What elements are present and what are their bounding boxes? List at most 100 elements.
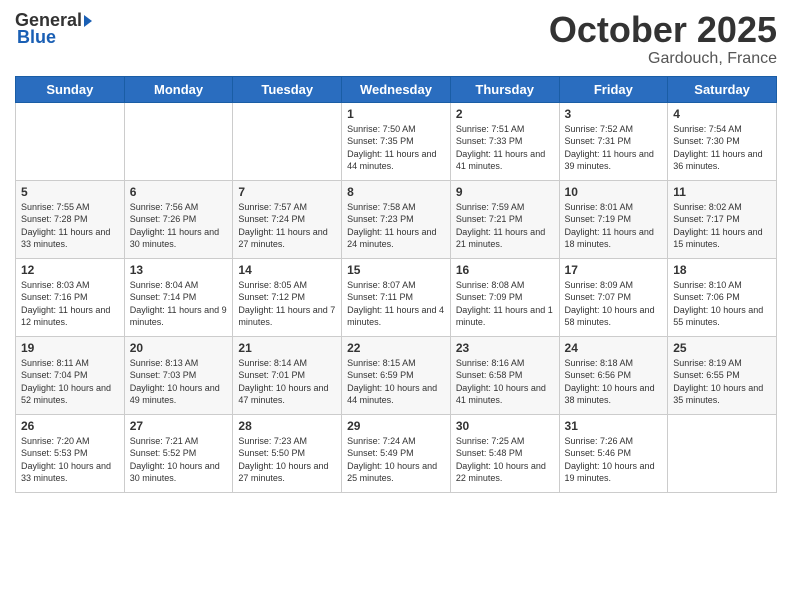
- calendar-cell: 19Sunrise: 8:11 AM Sunset: 7:04 PM Dayli…: [16, 336, 125, 414]
- day-number: 6: [130, 185, 228, 199]
- day-info: Sunrise: 7:50 AM Sunset: 7:35 PM Dayligh…: [347, 123, 445, 173]
- day-number: 10: [565, 185, 663, 199]
- day-number: 30: [456, 419, 554, 433]
- day-info: Sunrise: 8:03 AM Sunset: 7:16 PM Dayligh…: [21, 279, 119, 329]
- calendar-cell: 20 Sunrise: 8:13 AM Sunset: 7:03 PM Dayli…: [124, 336, 233, 414]
- logo: General Blue: [15, 10, 92, 48]
- calendar-cell: 2 Sunrise: 7:51 AM Sunset: 7:33 PM Daylig…: [450, 102, 559, 180]
- day-number: 29: [347, 419, 445, 433]
- day-number: 14: [238, 263, 336, 277]
- day-number: 2: [456, 107, 554, 121]
- calendar-cell: 31 Sunrise: 7:26 AM Sunset: 5:46 PM Dayli…: [559, 414, 668, 492]
- page-container: General Blue October 2025 Gardouch, Fran…: [0, 0, 792, 612]
- day-info: Sunrise: 7:55 AM Sunset: 7:28 PM Dayligh…: [21, 201, 119, 251]
- calendar-cell: 12 Sunrise: 8:03 AM Sunset: 7:16 PM Dayli…: [16, 258, 125, 336]
- title-section: October 2025 Gardouch, France: [549, 10, 777, 68]
- calendar-cell: 17 Sunrise: 8:09 AM Sunset: 7:07 PM Dayli…: [559, 258, 668, 336]
- calendar-cell: 22Sunrise: 8:15 AM Sunset: 6:59 PM Dayli…: [342, 336, 451, 414]
- day-info: Sunrise: 7:54 AM Sunset: 7:30 PM Dayligh…: [673, 123, 771, 173]
- day-info: Sunrise: 8:18 AM Sunset: 6:56 PM Dayligh…: [565, 357, 663, 407]
- day-info: Sunrise: 8:10 AM Sunset: 7:06 PM Dayligh…: [673, 279, 771, 329]
- day-number: 21: [238, 341, 336, 355]
- calendar-cell: 30Sunrise: 7:25 AM Sunset: 5:48 PM Dayli…: [450, 414, 559, 492]
- day-header-friday: Friday: [559, 76, 668, 102]
- calendar-cell: 11 Sunrise: 8:02 AM Sunset: 7:17 PM Dayli…: [668, 180, 777, 258]
- day-header-saturday: Saturday: [668, 76, 777, 102]
- calendar-cell: 9 Sunrise: 7:59 AM Sunset: 7:21 PM Daylig…: [450, 180, 559, 258]
- day-info: Sunrise: 7:20 AM Sunset: 5:53 PM Dayligh…: [21, 435, 119, 485]
- day-info: Sunrise: 7:23 AM Sunset: 5:50 PM Dayligh…: [238, 435, 336, 485]
- calendar-cell: [16, 102, 125, 180]
- calendar-cell: 24 Sunrise: 8:18 AM Sunset: 6:56 PM Dayli…: [559, 336, 668, 414]
- day-number: 15: [347, 263, 445, 277]
- day-number: 13: [130, 263, 228, 277]
- day-number: 11: [673, 185, 771, 199]
- calendar-cell: 4 Sunrise: 7:54 AM Sunset: 7:30 PM Daylig…: [668, 102, 777, 180]
- calendar-cell: [233, 102, 342, 180]
- day-info: Sunrise: 8:13 AM Sunset: 7:03 PM Dayligh…: [130, 357, 228, 407]
- day-info: Sunrise: 7:52 AM Sunset: 7:31 PM Dayligh…: [565, 123, 663, 173]
- day-info: Sunrise: 8:02 AM Sunset: 7:17 PM Dayligh…: [673, 201, 771, 251]
- logo-blue-text: Blue: [17, 27, 56, 48]
- day-number: 4: [673, 107, 771, 121]
- day-info: Sunrise: 8:16 AM Sunset: 6:58 PM Dayligh…: [456, 357, 554, 407]
- day-info: Sunrise: 7:56 AM Sunset: 7:26 PM Dayligh…: [130, 201, 228, 251]
- calendar-cell: [124, 102, 233, 180]
- calendar-cell: 7Sunrise: 7:57 AM Sunset: 7:24 PM Daylig…: [233, 180, 342, 258]
- day-info: Sunrise: 7:58 AM Sunset: 7:23 PM Dayligh…: [347, 201, 445, 251]
- day-info: Sunrise: 7:24 AM Sunset: 5:49 PM Dayligh…: [347, 435, 445, 485]
- calendar-cell: 15 Sunrise: 8:07 AM Sunset: 7:11 PM Dayli…: [342, 258, 451, 336]
- calendar-cell: 26 Sunrise: 7:20 AM Sunset: 5:53 PM Dayli…: [16, 414, 125, 492]
- day-info: Sunrise: 8:08 AM Sunset: 7:09 PM Dayligh…: [456, 279, 554, 329]
- day-info: Sunrise: 7:51 AM Sunset: 7:33 PM Dayligh…: [456, 123, 554, 173]
- day-number: 26: [21, 419, 119, 433]
- day-number: 9: [456, 185, 554, 199]
- day-info: Sunrise: 7:59 AM Sunset: 7:21 PM Dayligh…: [456, 201, 554, 251]
- day-header-thursday: Thursday: [450, 76, 559, 102]
- day-number: 12: [21, 263, 119, 277]
- calendar-cell: 21Sunrise: 8:14 AM Sunset: 7:01 PM Dayli…: [233, 336, 342, 414]
- calendar-cell: 25Sunrise: 8:19 AM Sunset: 6:55 PM Dayli…: [668, 336, 777, 414]
- calendar-header-row: SundayMondayTuesdayWednesdayThursdayFrid…: [16, 76, 777, 102]
- calendar-cell: 16 Sunrise: 8:08 AM Sunset: 7:09 PM Dayli…: [450, 258, 559, 336]
- day-number: 3: [565, 107, 663, 121]
- day-number: 7: [238, 185, 336, 199]
- day-number: 16: [456, 263, 554, 277]
- calendar-cell: 29 Sunrise: 7:24 AM Sunset: 5:49 PM Dayli…: [342, 414, 451, 492]
- calendar-cell: 1 Sunrise: 7:50 AM Sunset: 7:35 PM Daylig…: [342, 102, 451, 180]
- day-number: 22: [347, 341, 445, 355]
- calendar-cell: 18 Sunrise: 8:10 AM Sunset: 7:06 PM Dayli…: [668, 258, 777, 336]
- day-number: 17: [565, 263, 663, 277]
- header: General Blue October 2025 Gardouch, Fran…: [15, 10, 777, 68]
- day-number: 24: [565, 341, 663, 355]
- day-number: 1: [347, 107, 445, 121]
- day-info: Sunrise: 8:19 AM Sunset: 6:55 PM Dayligh…: [673, 357, 771, 407]
- calendar-cell: 3 Sunrise: 7:52 AM Sunset: 7:31 PM Daylig…: [559, 102, 668, 180]
- day-info: Sunrise: 8:05 AM Sunset: 7:12 PM Dayligh…: [238, 279, 336, 329]
- day-number: 5: [21, 185, 119, 199]
- calendar-cell: 10 Sunrise: 8:01 AM Sunset: 7:19 PM Dayli…: [559, 180, 668, 258]
- day-info: Sunrise: 8:04 AM Sunset: 7:14 PM Dayligh…: [130, 279, 228, 329]
- day-info: Sunrise: 7:26 AM Sunset: 5:46 PM Dayligh…: [565, 435, 663, 485]
- calendar-cell: 5 Sunrise: 7:55 AM Sunset: 7:28 PM Daylig…: [16, 180, 125, 258]
- day-number: 27: [130, 419, 228, 433]
- day-info: Sunrise: 7:21 AM Sunset: 5:52 PM Dayligh…: [130, 435, 228, 485]
- day-number: 20: [130, 341, 228, 355]
- day-info: Sunrise: 8:07 AM Sunset: 7:11 PM Dayligh…: [347, 279, 445, 329]
- day-info: Sunrise: 8:09 AM Sunset: 7:07 PM Dayligh…: [565, 279, 663, 329]
- calendar-cell: [668, 414, 777, 492]
- calendar-cell: 8 Sunrise: 7:58 AM Sunset: 7:23 PM Daylig…: [342, 180, 451, 258]
- day-number: 31: [565, 419, 663, 433]
- calendar-cell: 14 Sunrise: 8:05 AM Sunset: 7:12 PM Dayli…: [233, 258, 342, 336]
- calendar-week-1: 1 Sunrise: 7:50 AM Sunset: 7:35 PM Daylig…: [16, 102, 777, 180]
- calendar-cell: 23 Sunrise: 8:16 AM Sunset: 6:58 PM Dayli…: [450, 336, 559, 414]
- day-number: 18: [673, 263, 771, 277]
- day-number: 8: [347, 185, 445, 199]
- calendar-week-4: 19Sunrise: 8:11 AM Sunset: 7:04 PM Dayli…: [16, 336, 777, 414]
- calendar-cell: 28Sunrise: 7:23 AM Sunset: 5:50 PM Dayli…: [233, 414, 342, 492]
- day-number: 19: [21, 341, 119, 355]
- day-number: 23: [456, 341, 554, 355]
- calendar-cell: 13 Sunrise: 8:04 AM Sunset: 7:14 PM Dayli…: [124, 258, 233, 336]
- day-info: Sunrise: 8:01 AM Sunset: 7:19 PM Dayligh…: [565, 201, 663, 251]
- location: Gardouch, France: [549, 50, 777, 68]
